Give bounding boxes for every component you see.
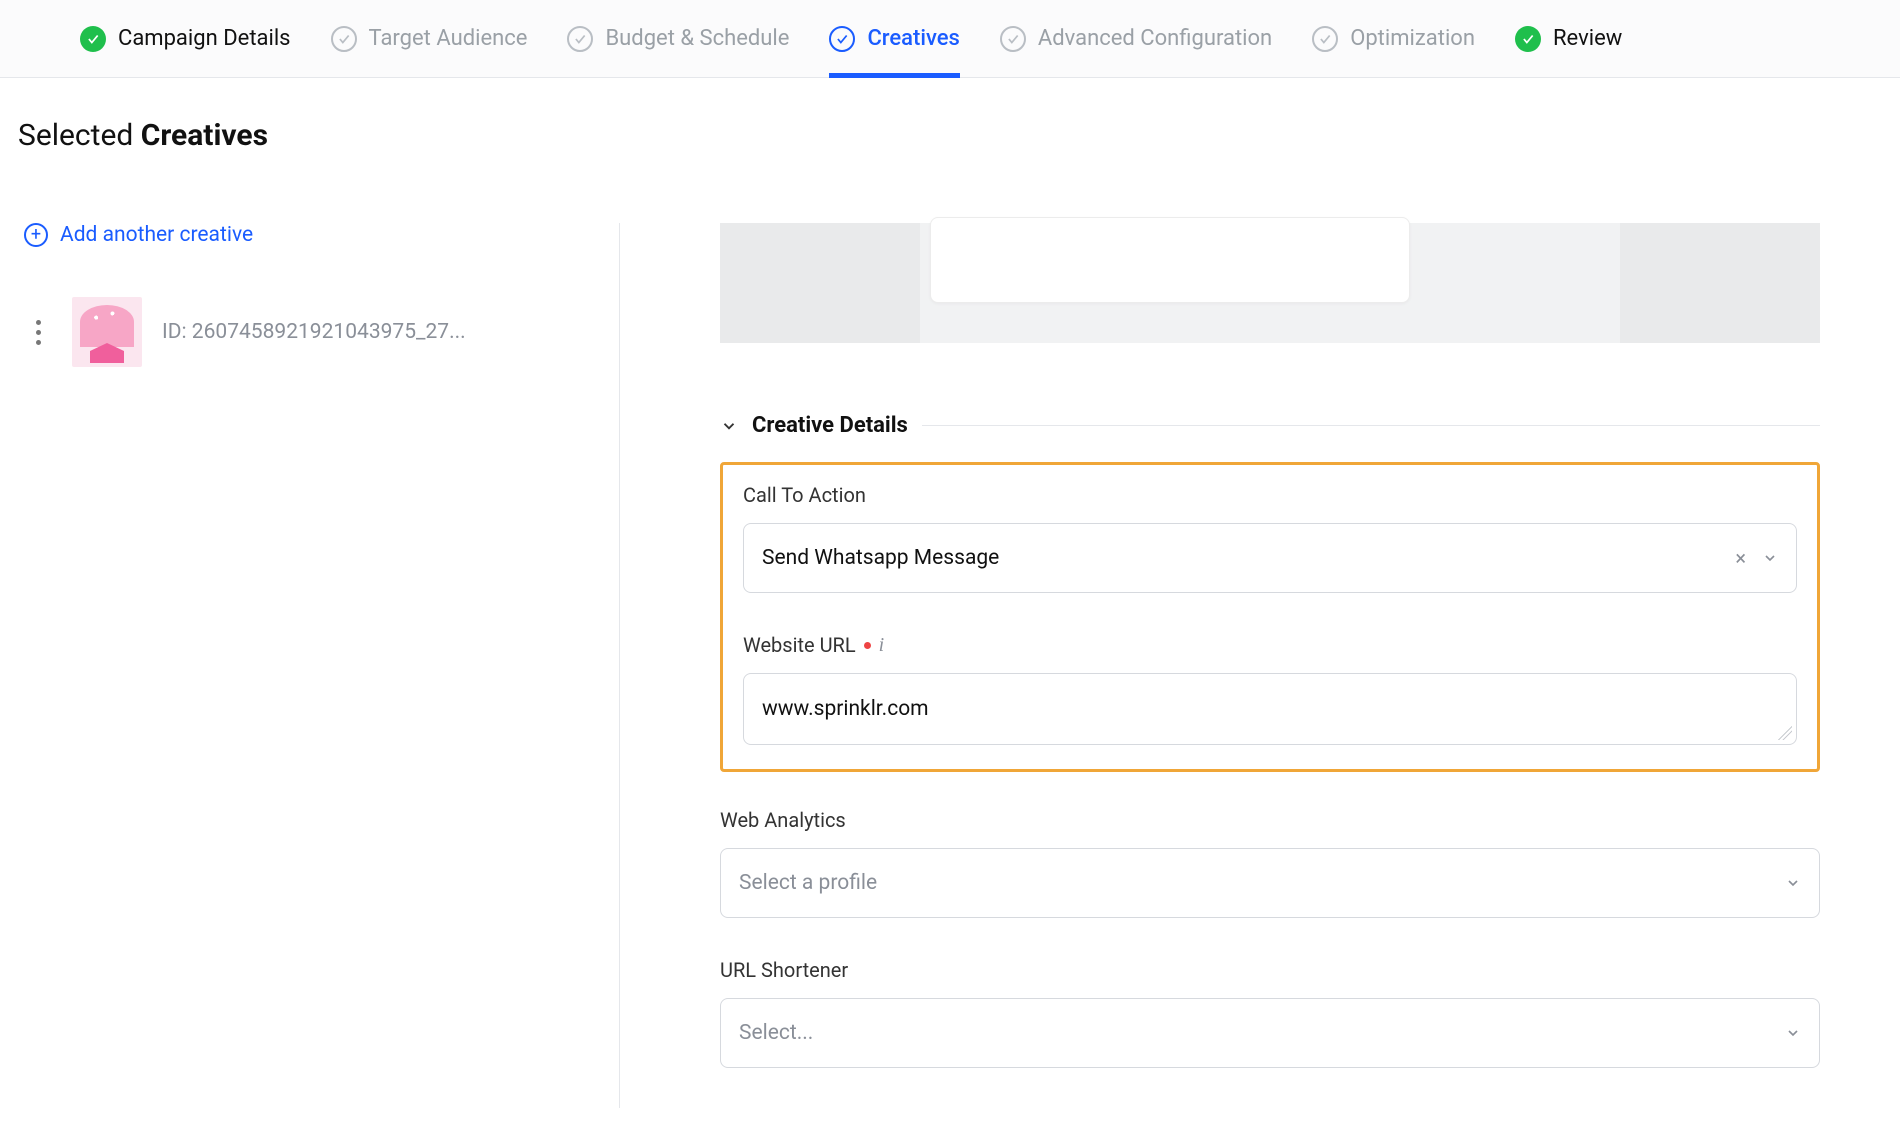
step-creatives[interactable]: Creatives	[829, 0, 959, 77]
url-shortener-select[interactable]: Select...	[720, 998, 1820, 1068]
add-creative-label: Add another creative	[60, 223, 253, 247]
step-optimization[interactable]: Optimization	[1312, 0, 1475, 77]
cta-select-value: Send Whatsapp Message	[762, 546, 999, 570]
url-shortener-placeholder: Select...	[739, 1021, 813, 1045]
field-label-website-url: Website URL i	[743, 633, 1797, 657]
website-url-value: www.sprinklr.com	[762, 697, 929, 721]
step-label: Budget & Schedule	[605, 28, 789, 50]
step-label: Advanced Configuration	[1038, 28, 1272, 50]
check-circle-icon	[1312, 26, 1338, 52]
step-review[interactable]: Review	[1515, 0, 1622, 77]
section-title: Creative Details	[752, 413, 908, 438]
kebab-menu-icon[interactable]	[24, 320, 52, 345]
check-circle-icon	[1515, 26, 1541, 52]
step-target-audience[interactable]: Target Audience	[331, 0, 528, 77]
page-title: Selected Creatives	[0, 78, 1900, 163]
web-analytics-select[interactable]: Select a profile	[720, 848, 1820, 918]
check-circle-icon	[1000, 26, 1026, 52]
highlighted-fields: Call To Action Send Whatsapp Message × W…	[720, 462, 1820, 772]
step-budget-schedule[interactable]: Budget & Schedule	[567, 0, 789, 77]
field-label-web-analytics: Web Analytics	[720, 808, 1820, 832]
plus-circle-icon: +	[24, 223, 48, 247]
creative-editor: Creative Details Call To Action Send Wha…	[620, 223, 1900, 1108]
section-toggle-creative-details[interactable]: Creative Details	[720, 413, 1820, 438]
check-circle-icon	[331, 26, 357, 52]
creative-id-label: ID: 2607458921921043975_27...	[162, 320, 466, 344]
info-icon[interactable]: i	[879, 634, 885, 657]
step-label: Campaign Details	[118, 28, 291, 50]
step-label: Creatives	[867, 28, 959, 50]
step-campaign-details[interactable]: Campaign Details	[80, 0, 291, 77]
creative-thumbnail	[72, 297, 142, 367]
creatives-sidebar: + Add another creative ID: 2607458921921…	[0, 223, 620, 1108]
page-title-prefix: Selected	[18, 118, 141, 153]
creative-preview	[720, 223, 1820, 343]
website-url-input[interactable]: www.sprinklr.com	[743, 673, 1797, 745]
add-creative-button[interactable]: + Add another creative	[24, 223, 619, 247]
field-label-url-shortener: URL Shortener	[720, 958, 1820, 982]
page-title-bold: Creatives	[141, 118, 268, 153]
step-label: Review	[1553, 28, 1622, 50]
web-analytics-placeholder: Select a profile	[739, 871, 877, 895]
step-label: Target Audience	[369, 28, 528, 50]
wizard-stepper: Campaign Details Target Audience Budget …	[0, 0, 1900, 78]
chevron-down-icon	[1762, 550, 1778, 566]
clear-icon[interactable]: ×	[1735, 548, 1746, 568]
resize-handle-icon[interactable]	[1778, 726, 1792, 740]
divider	[922, 425, 1820, 426]
required-indicator	[864, 642, 871, 649]
chevron-down-icon	[1785, 1025, 1801, 1041]
step-advanced-config[interactable]: Advanced Configuration	[1000, 0, 1272, 77]
chevron-down-icon	[1785, 875, 1801, 891]
chevron-down-icon	[720, 417, 738, 435]
check-circle-icon	[829, 26, 855, 52]
step-label: Optimization	[1350, 28, 1475, 50]
creative-list-item[interactable]: ID: 2607458921921043975_27...	[24, 297, 619, 367]
cta-select[interactable]: Send Whatsapp Message ×	[743, 523, 1797, 593]
check-circle-icon	[567, 26, 593, 52]
field-label-cta: Call To Action	[743, 483, 1797, 507]
check-circle-icon	[80, 26, 106, 52]
